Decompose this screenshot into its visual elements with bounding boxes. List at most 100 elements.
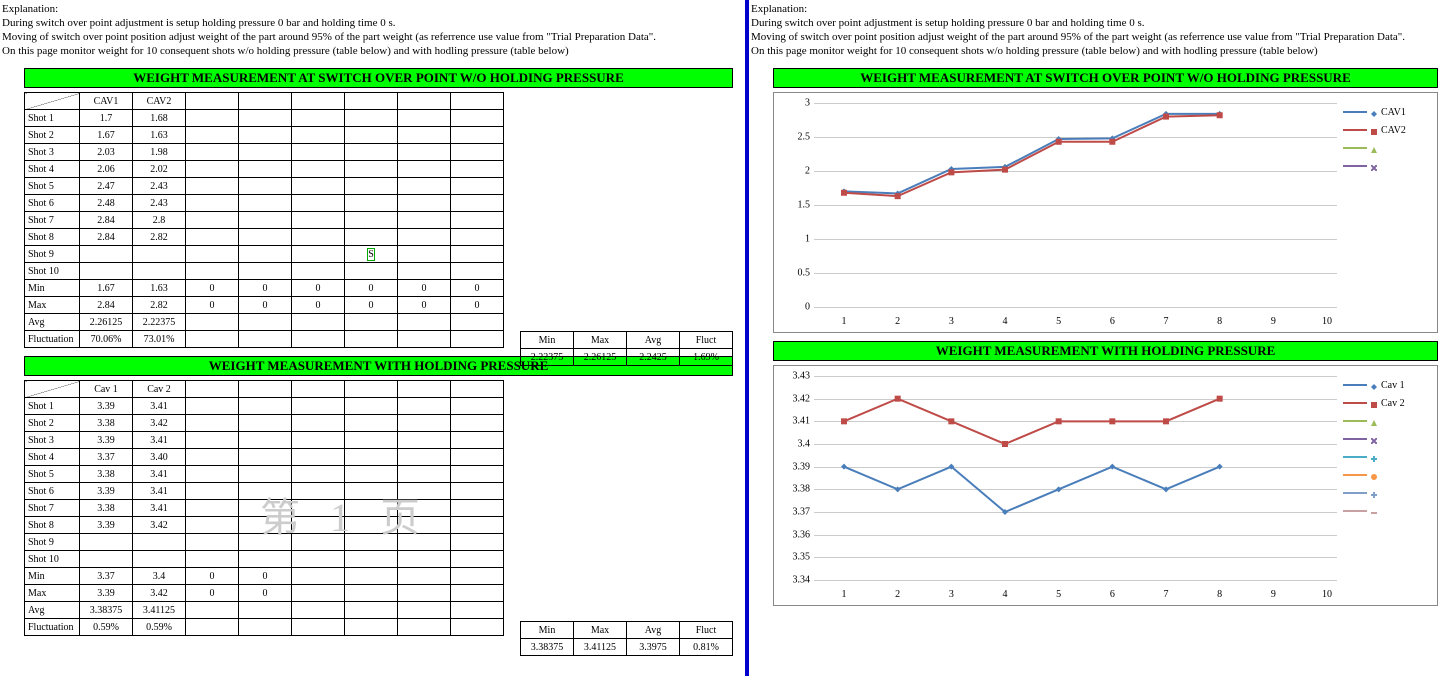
data-cell[interactable] [186, 415, 239, 432]
data-cell[interactable]: 1.67 [80, 127, 133, 144]
data-cell[interactable] [186, 500, 239, 517]
data-cell[interactable] [345, 178, 398, 195]
data-cell[interactable] [345, 127, 398, 144]
data-cell[interactable] [451, 144, 504, 161]
data-cell[interactable] [186, 263, 239, 280]
data-cell[interactable] [345, 161, 398, 178]
data-cell[interactable] [451, 246, 504, 263]
data-cell[interactable] [239, 127, 292, 144]
data-cell[interactable] [292, 212, 345, 229]
data-cell[interactable] [239, 212, 292, 229]
data-cell[interactable] [345, 229, 398, 246]
data-cell[interactable] [451, 415, 504, 432]
data-cell[interactable] [239, 415, 292, 432]
data-cell[interactable] [345, 551, 398, 568]
data-cell[interactable] [239, 398, 292, 415]
data-cell[interactable] [398, 534, 451, 551]
data-cell[interactable] [345, 500, 398, 517]
data-cell[interactable]: 1.98 [133, 144, 186, 161]
data-cell[interactable]: 2.8 [133, 212, 186, 229]
data-cell[interactable] [292, 246, 345, 263]
data-cell[interactable] [292, 517, 345, 534]
data-cell[interactable] [186, 483, 239, 500]
data-cell[interactable]: 3.38 [80, 500, 133, 517]
data-cell[interactable]: 2.06 [80, 161, 133, 178]
data-cell[interactable]: 3.39 [80, 517, 133, 534]
data-cell[interactable] [239, 178, 292, 195]
data-cell[interactable] [398, 195, 451, 212]
data-cell[interactable] [186, 466, 239, 483]
data-cell[interactable] [239, 432, 292, 449]
data-cell[interactable] [292, 500, 345, 517]
data-cell[interactable] [398, 432, 451, 449]
data-cell[interactable]: 2.48 [80, 195, 133, 212]
data-cell[interactable] [451, 229, 504, 246]
data-cell[interactable] [239, 229, 292, 246]
data-cell[interactable]: S [345, 246, 398, 263]
editing-cell[interactable]: S [367, 248, 375, 261]
data-cell[interactable]: 3.41 [133, 483, 186, 500]
data-cell[interactable] [398, 263, 451, 280]
data-cell[interactable] [80, 551, 133, 568]
data-cell[interactable]: 1.63 [133, 127, 186, 144]
data-cell[interactable] [186, 449, 239, 466]
data-cell[interactable]: 2.84 [80, 212, 133, 229]
data-cell[interactable]: 1.7 [80, 110, 133, 127]
data-cell[interactable]: 3.40 [133, 449, 186, 466]
data-cell[interactable] [398, 144, 451, 161]
data-cell[interactable] [292, 229, 345, 246]
data-cell[interactable] [292, 551, 345, 568]
data-cell[interactable] [345, 517, 398, 534]
data-cell[interactable] [451, 398, 504, 415]
data-cell[interactable]: 3.39 [80, 398, 133, 415]
data-cell[interactable] [292, 127, 345, 144]
data-cell[interactable] [451, 551, 504, 568]
data-cell[interactable] [398, 466, 451, 483]
data-cell[interactable] [133, 534, 186, 551]
data-cell[interactable] [451, 517, 504, 534]
data-cell[interactable] [186, 398, 239, 415]
data-cell[interactable] [398, 415, 451, 432]
data-cell[interactable] [186, 144, 239, 161]
data-cell[interactable] [186, 195, 239, 212]
data-cell[interactable] [186, 432, 239, 449]
data-cell[interactable] [345, 263, 398, 280]
data-cell[interactable]: 3.41 [133, 466, 186, 483]
data-cell[interactable] [451, 263, 504, 280]
data-cell[interactable] [451, 110, 504, 127]
data-cell[interactable] [345, 110, 398, 127]
data-cell[interactable] [398, 161, 451, 178]
data-cell[interactable] [292, 432, 345, 449]
data-cell[interactable] [451, 432, 504, 449]
data-cell[interactable] [345, 534, 398, 551]
data-cell[interactable] [345, 483, 398, 500]
data-cell[interactable] [345, 195, 398, 212]
data-cell[interactable] [398, 449, 451, 466]
data-cell[interactable] [80, 263, 133, 280]
data-cell[interactable] [345, 144, 398, 161]
data-cell[interactable] [398, 229, 451, 246]
data-cell[interactable] [451, 195, 504, 212]
data-cell[interactable] [186, 178, 239, 195]
data-cell[interactable] [451, 534, 504, 551]
data-cell[interactable] [292, 449, 345, 466]
data-cell[interactable] [292, 398, 345, 415]
data-cell[interactable] [239, 263, 292, 280]
data-cell[interactable] [186, 517, 239, 534]
data-cell[interactable] [451, 483, 504, 500]
data-cell[interactable] [292, 415, 345, 432]
data-cell[interactable]: 2.02 [133, 161, 186, 178]
data-cell[interactable] [451, 127, 504, 144]
data-cell[interactable] [80, 246, 133, 263]
data-cell[interactable] [186, 212, 239, 229]
data-cell[interactable] [451, 449, 504, 466]
data-cell[interactable] [398, 178, 451, 195]
data-cell[interactable] [398, 127, 451, 144]
data-cell[interactable]: 2.03 [80, 144, 133, 161]
data-cell[interactable] [398, 398, 451, 415]
data-cell[interactable] [398, 551, 451, 568]
data-cell[interactable]: 3.39 [80, 432, 133, 449]
data-cell[interactable] [398, 246, 451, 263]
data-cell[interactable] [239, 551, 292, 568]
data-cell[interactable] [186, 161, 239, 178]
